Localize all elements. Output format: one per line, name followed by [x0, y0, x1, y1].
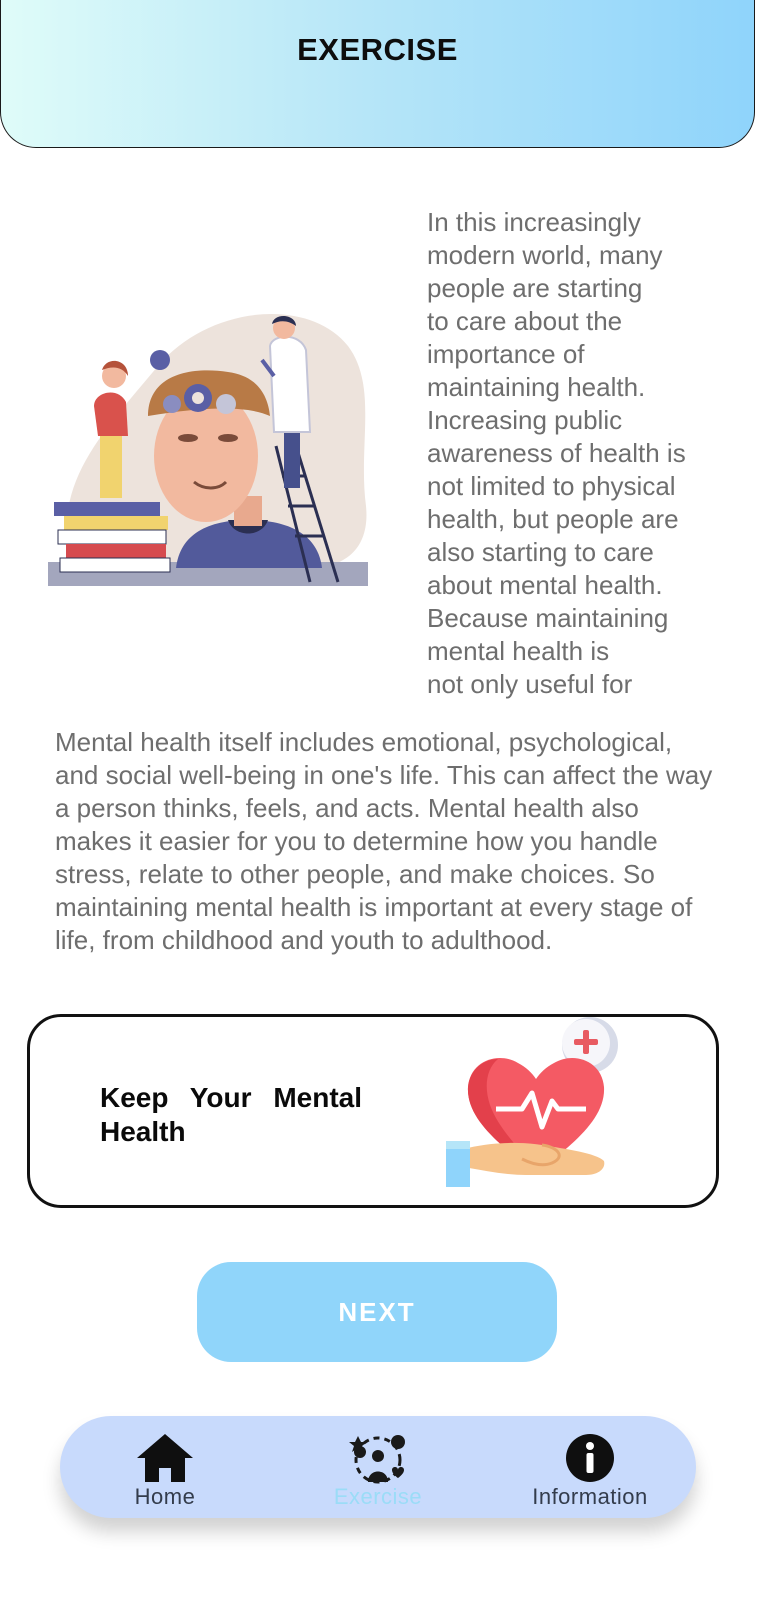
heart-in-hand-icon — [446, 1017, 636, 1195]
nav-item-information[interactable]: Information — [490, 1416, 690, 1518]
mental-health-illustration — [48, 306, 378, 602]
info-icon — [560, 1430, 620, 1486]
nav-label-information: Information — [532, 1484, 648, 1509]
intro-body-text: Mental health itself includes emotional,… — [55, 727, 713, 955]
app-header: EXERCISE — [0, 0, 755, 148]
bottom-navigation: Home Exercise Information — [60, 1416, 696, 1518]
nav-item-exercise[interactable]: Exercise — [278, 1416, 478, 1518]
nav-label-exercise: Exercise — [333, 1484, 423, 1509]
nav-item-home[interactable]: Home — [65, 1416, 265, 1518]
card-title: Keep Your Mental Health — [100, 1082, 362, 1147]
keep-mental-health-card[interactable]: Keep Your Mental Health — [27, 1014, 719, 1208]
page-title: EXERCISE — [297, 32, 458, 67]
home-icon — [135, 1430, 195, 1486]
exercise-icon — [348, 1430, 408, 1486]
next-button[interactable]: NEXT — [197, 1262, 557, 1362]
nav-label-home: Home — [134, 1484, 196, 1509]
intro-side-text: In this increasingly modern world, many … — [427, 207, 686, 706]
